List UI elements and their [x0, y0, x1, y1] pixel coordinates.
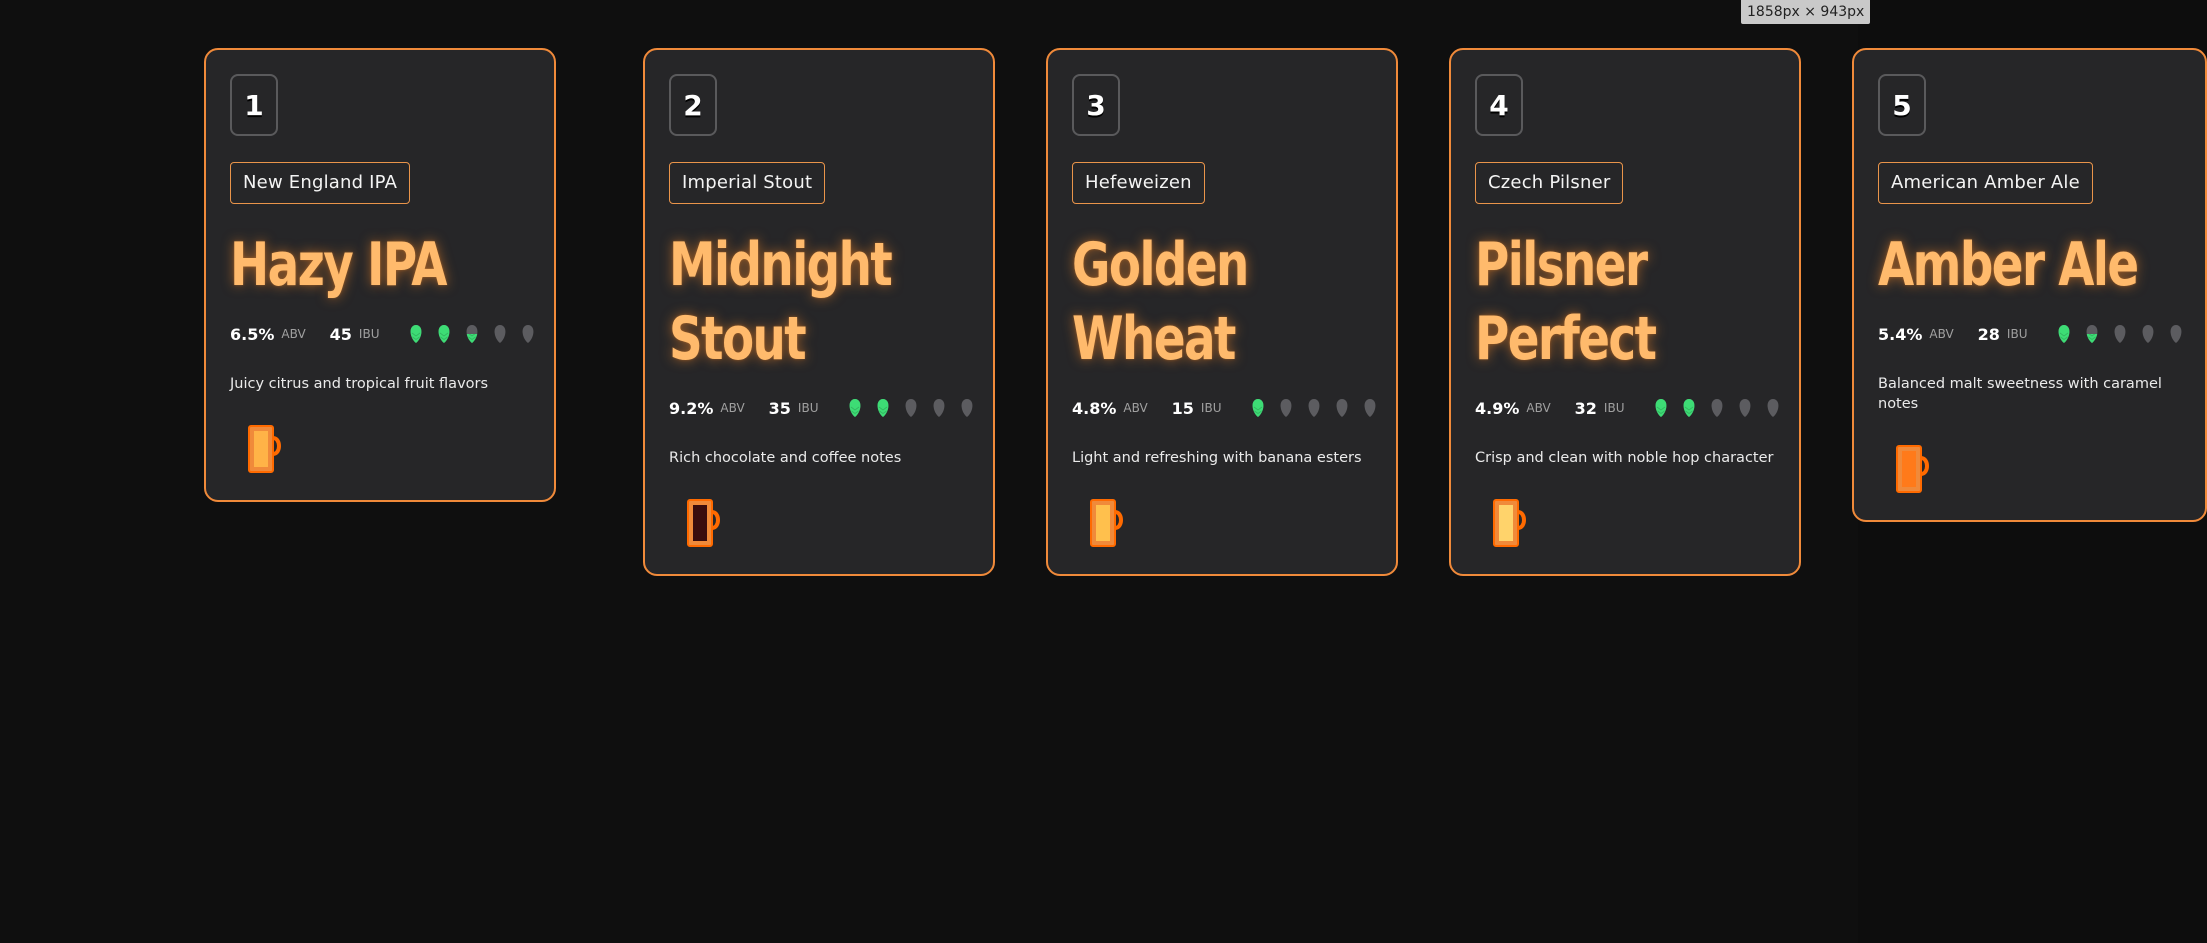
hop-rating	[409, 324, 535, 344]
hop-cone-icon-empty	[960, 398, 974, 418]
rank-badge: 1	[230, 74, 278, 136]
beer-mug-icon	[246, 424, 286, 474]
style-tag: American Amber Ale	[1878, 162, 2093, 204]
beer-name: Pilsner Perfect	[1475, 228, 1775, 376]
ibu-value: 32	[1574, 398, 1597, 418]
rank-badge: 5	[1878, 74, 1926, 136]
beer-name-line: Wheat	[1072, 304, 1236, 374]
beer-card[interactable]: 4 Czech Pilsner Pilsner Perfect 4.9% ABV…	[1449, 48, 1801, 576]
beer-card[interactable]: 1 New England IPA Hazy IPA 6.5% ABV 45 I…	[204, 48, 556, 502]
ibu-value: 28	[1977, 324, 2000, 344]
rank-badge: 2	[669, 74, 717, 136]
abv-label: ABV	[1526, 401, 1551, 415]
hop-cone-icon-empty	[1307, 398, 1321, 418]
beer-name-line: Hazy IPA	[230, 230, 448, 300]
beer-name-line: Golden	[1072, 230, 1249, 300]
abv-value: 4.9%	[1475, 398, 1520, 418]
beer-stats: 5.4% ABV 28 IBU	[1878, 320, 2183, 348]
style-tag: Hefeweizen	[1072, 162, 1205, 204]
ibu-label: IBU	[2006, 327, 2028, 341]
hop-cone-icon-filled	[1251, 398, 1265, 418]
hop-cone-icon-empty	[2169, 324, 2183, 344]
hop-cone-icon-empty	[1363, 398, 1377, 418]
beer-name: Golden Wheat	[1072, 228, 1372, 376]
abv-label: ABV	[1123, 401, 1148, 415]
ibu-value: 35	[768, 398, 791, 418]
hop-cone-icon-empty	[932, 398, 946, 418]
beer-card[interactable]: 5 American Amber Ale Amber Ale 5.4% ABV …	[1852, 48, 2207, 522]
beer-mug-icon	[1088, 498, 1128, 548]
hop-cone-icon-empty	[493, 324, 507, 344]
beer-description: Balanced malt sweetness with caramel not…	[1878, 376, 2162, 412]
abv-label: ABV	[281, 327, 306, 341]
beer-description: Juicy citrus and tropical fruit flavors	[230, 376, 489, 392]
ibu-label: IBU	[1200, 401, 1222, 415]
hop-cone-icon-empty	[1738, 398, 1752, 418]
hop-rating	[848, 398, 974, 418]
hop-cone-icon-filled	[2057, 324, 2071, 344]
hop-cone-icon-empty	[1710, 398, 1724, 418]
rank-badge: 4	[1475, 74, 1523, 136]
abv-value: 4.8%	[1072, 398, 1117, 418]
beer-card[interactable]: 2 Imperial Stout Midnight Stout 9.2% ABV…	[643, 48, 995, 576]
hop-rating	[1251, 398, 1377, 418]
beer-name-line: Amber Ale	[1878, 230, 2139, 300]
beer-name-line: Stout	[669, 304, 807, 374]
hop-cone-icon-filled	[437, 324, 451, 344]
hop-cone-icon-empty	[521, 324, 535, 344]
hop-rating	[2057, 324, 2183, 344]
dimensions-tooltip: 1858px × 943px	[1741, 0, 1871, 24]
style-tag: New England IPA	[230, 162, 411, 204]
abv-value: 5.4%	[1878, 324, 1923, 344]
beer-mug-icon	[1894, 444, 1934, 494]
hop-cone-icon-filled	[848, 398, 862, 418]
hop-cone-icon-empty	[1279, 398, 1293, 418]
beer-stats: 9.2% ABV 35 IBU	[669, 394, 973, 422]
beer-name-line: Midnight	[669, 230, 893, 300]
beer-description: Light and refreshing with banana esters	[1072, 450, 1362, 466]
style-tag: Czech Pilsner	[1475, 162, 1624, 204]
hop-cone-icon-filled	[1654, 398, 1668, 418]
hop-cone-icon-filled	[1682, 398, 1696, 418]
ibu-value: 45	[329, 324, 352, 344]
beer-card[interactable]: 3 Hefeweizen Golden Wheat 4.8% ABV 15 IB…	[1046, 48, 1398, 576]
beer-description: Crisp and clean with noble hop character	[1475, 450, 1774, 466]
abv-label: ABV	[720, 401, 745, 415]
hop-cone-icon-empty	[2141, 324, 2155, 344]
beer-name-line: Pilsner	[1475, 230, 1648, 300]
beer-description: Rich chocolate and coffee notes	[669, 450, 902, 466]
beer-mug-icon	[685, 498, 725, 548]
hop-cone-icon-filled	[876, 398, 890, 418]
hop-cone-icon-filled	[2085, 324, 2099, 344]
hop-cone-icon-empty	[2113, 324, 2127, 344]
beer-name: Midnight Stout	[669, 228, 969, 376]
ibu-value: 15	[1171, 398, 1194, 418]
abv-value: 9.2%	[669, 398, 714, 418]
hop-cone-icon-empty	[1335, 398, 1349, 418]
ibu-label: IBU	[358, 327, 380, 341]
rank-badge: 3	[1072, 74, 1120, 136]
hop-cone-icon-empty	[1766, 398, 1780, 418]
hop-cone-icon-filled	[409, 324, 423, 344]
ibu-label: IBU	[797, 401, 819, 415]
beer-mug-icon	[1491, 498, 1531, 548]
beer-stats: 4.9% ABV 32 IBU	[1475, 394, 1779, 422]
style-tag: Imperial Stout	[669, 162, 826, 204]
beer-name: Amber Ale	[1878, 228, 2181, 302]
hop-cone-icon-filled	[465, 324, 479, 344]
page-viewport: 1 New England IPA Hazy IPA 6.5% ABV 45 I…	[0, 0, 2207, 943]
beer-stats: 4.8% ABV 15 IBU	[1072, 394, 1376, 422]
hop-cone-icon-empty	[904, 398, 918, 418]
abv-value: 6.5%	[230, 324, 275, 344]
beer-name: Hazy IPA	[230, 228, 530, 302]
beer-name-line: Perfect	[1475, 304, 1657, 374]
beer-stats: 6.5% ABV 45 IBU	[230, 320, 534, 348]
abv-label: ABV	[1929, 327, 1954, 341]
hop-rating	[1654, 398, 1780, 418]
ibu-label: IBU	[1603, 401, 1625, 415]
